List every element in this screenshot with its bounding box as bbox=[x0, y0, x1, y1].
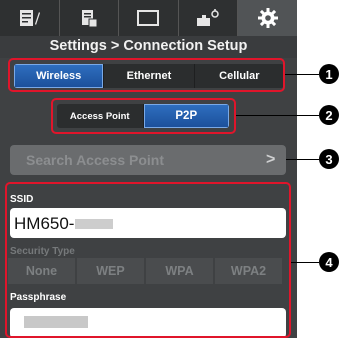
chevron-right-icon: > bbox=[266, 151, 276, 168]
tab-edit-list[interactable] bbox=[0, 0, 60, 36]
highlight-connection-tabs bbox=[8, 58, 285, 92]
callout-leader-1 bbox=[285, 74, 319, 75]
callout-leader-3 bbox=[286, 159, 319, 160]
top-tab-bar bbox=[0, 0, 297, 36]
page-title: Settings > Connection Setup bbox=[0, 36, 297, 58]
edit-list-icon bbox=[20, 10, 41, 26]
camera-settings-icon bbox=[197, 9, 219, 26]
callout-badge-2: 2 bbox=[319, 105, 339, 125]
tab-display[interactable] bbox=[119, 0, 179, 36]
display-icon bbox=[137, 10, 160, 26]
highlight-settings-fields bbox=[5, 182, 291, 338]
callout-leader-4 bbox=[291, 262, 319, 263]
tab-document[interactable] bbox=[60, 0, 120, 36]
callout-leader-2 bbox=[236, 115, 319, 116]
tab-settings[interactable] bbox=[238, 0, 297, 36]
document-icon bbox=[81, 10, 98, 28]
callout-badge-1: 1 bbox=[319, 64, 339, 84]
search-access-point-button[interactable]: Search Access Point > bbox=[10, 145, 286, 175]
tab-camera-settings[interactable] bbox=[179, 0, 239, 36]
callout-badge-4: 4 bbox=[319, 252, 339, 272]
search-placeholder: Search Access Point bbox=[26, 152, 164, 168]
highlight-mode-tabs bbox=[51, 98, 236, 134]
gear-icon bbox=[257, 8, 278, 28]
callout-badge-3: 3 bbox=[319, 149, 339, 169]
